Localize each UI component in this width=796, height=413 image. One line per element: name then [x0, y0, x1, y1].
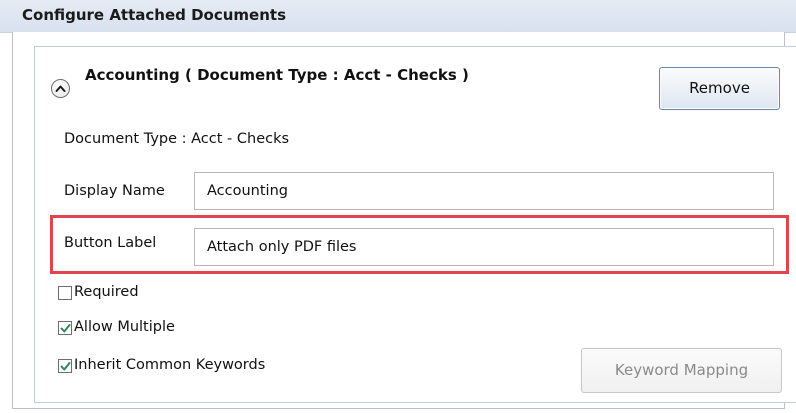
inherit-keywords-label: Inherit Common Keywords — [74, 357, 266, 373]
checkmark-icon — [60, 362, 71, 371]
panel-title: Configure Attached Documents — [22, 6, 287, 24]
required-label: Required — [74, 284, 139, 300]
display-name-input[interactable]: Accounting — [194, 172, 774, 210]
button-label-input[interactable]: Attach only PDF files — [194, 228, 774, 266]
allow-multiple-label: Allow Multiple — [74, 319, 175, 335]
button-label-label: Button Label — [64, 235, 157, 251]
keyword-mapping-button[interactable]: Keyword Mapping — [581, 348, 782, 393]
chevron-up-icon — [55, 85, 66, 92]
panel-header: Configure Attached Documents — [0, 0, 796, 33]
remove-button[interactable]: Remove — [659, 67, 780, 110]
allow-multiple-checkbox[interactable] — [58, 321, 72, 335]
required-checkbox[interactable] — [58, 286, 72, 300]
document-type-text: Document Type : Acct - Checks — [64, 131, 290, 147]
collapse-button[interactable] — [51, 79, 70, 98]
section-title: Accounting ( Document Type : Acct - Chec… — [85, 66, 469, 84]
checkmark-icon — [60, 324, 71, 333]
configure-attached-documents-panel: Configure Attached Documents Accounting … — [0, 0, 796, 413]
display-name-label: Display Name — [64, 183, 165, 199]
inherit-keywords-checkbox[interactable] — [58, 359, 72, 373]
